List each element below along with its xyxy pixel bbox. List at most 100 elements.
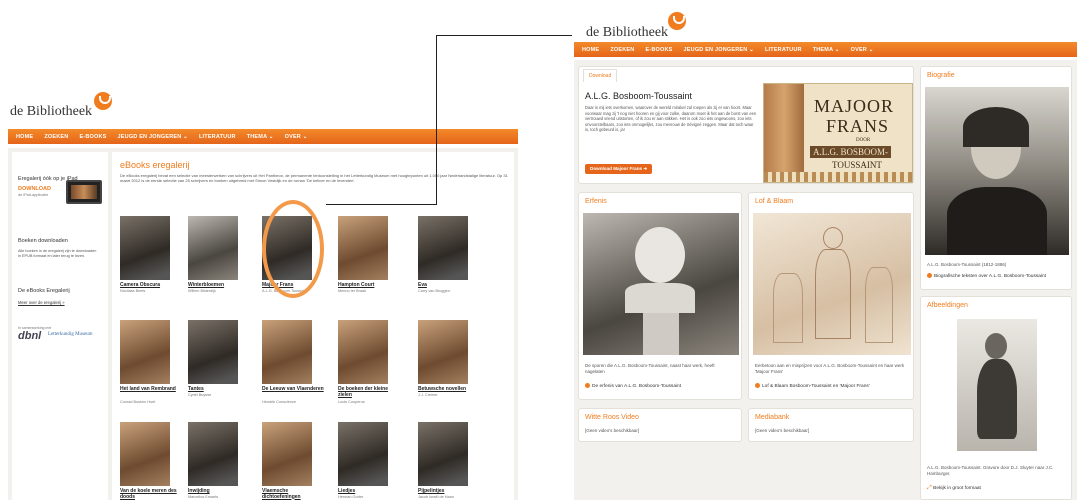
afbeeldingen-caption: A.L.G. Bosboom-Toussaint. Gravure door D… xyxy=(927,465,1054,477)
book-title[interactable]: Inwijding xyxy=(188,488,250,495)
download-cover[interactable]: MAJOOR FRANS DOOR A.L.G. BOSBOOM- TOUSSA… xyxy=(763,83,913,183)
afbeeldingen-image[interactable] xyxy=(957,319,1037,451)
lof-caption: Eerbetoon aan en misprijzen voor A.L.G. … xyxy=(755,363,905,375)
book-title[interactable]: Vlaemsche dichtoefeningen xyxy=(262,488,324,500)
connector-vertical xyxy=(436,35,437,205)
book-cover[interactable] xyxy=(418,422,468,486)
right-logo[interactable]: de Bibliotheek xyxy=(586,25,668,41)
lof-panel: Lof & Blaam Eerbetoon aan en misprijzen … xyxy=(748,192,914,400)
book-title[interactable]: Winterbloemen xyxy=(188,282,250,289)
erfenis-link[interactable]: De erfenis van A.L.G. Bosboom-Toussaint xyxy=(585,383,681,389)
cover-door: DOOR xyxy=(856,138,871,143)
biografie-panel: Biografie A.L.G. Bosboom-Toussaint (1812… xyxy=(920,66,1072,290)
book-title[interactable]: Eva xyxy=(418,282,480,289)
zoom-icon: ⤢ xyxy=(927,485,932,491)
ebooks-intro: De eBooks eregalerij bevat een selectie … xyxy=(120,173,508,184)
highlight-ellipse xyxy=(262,200,324,298)
left-logo[interactable]: de Bibliotheek xyxy=(10,104,92,120)
lof-link-text[interactable]: Lof & Blaam Bosboom-Toussaint en 'Majoor… xyxy=(762,384,870,389)
book-cover[interactable] xyxy=(120,320,170,384)
dbnl-logo[interactable]: dbnl xyxy=(18,330,41,342)
book-title[interactable]: Camera Obscura xyxy=(120,282,182,289)
book-cover[interactable] xyxy=(338,320,388,384)
book-cover[interactable] xyxy=(262,422,312,486)
biografie-link[interactable]: Biografische teksten over A.L.G. Bosboom… xyxy=(927,273,1046,279)
video-title: Witte Roos Video xyxy=(585,414,639,421)
left-main-nav: HOME ZOEKEN E-BOOKS JEUGD EN JONGEREN ⌄ … xyxy=(8,129,518,144)
book-author: Conrad Busken Huet xyxy=(120,400,156,404)
download-title: A.L.G. Bosboom-Toussaint xyxy=(585,91,693,101)
left-nav-literatuur[interactable]: LITERATUUR xyxy=(199,134,236,140)
biografie-link-text[interactable]: Biografische teksten over A.L.G. Bosboom… xyxy=(934,274,1046,279)
book-title[interactable]: Van de koele meren des doods xyxy=(120,488,182,500)
cover-title-2: FRANS xyxy=(826,116,890,136)
download-button[interactable]: Download Majoor Frans ➔ xyxy=(585,164,653,174)
right-nav-ebooks[interactable]: E-BOOKS xyxy=(645,47,672,53)
book-cover[interactable] xyxy=(120,422,170,486)
erfenis-photo[interactable] xyxy=(583,213,739,355)
cover-author-1: A.L.G. BOSBOOM- xyxy=(810,146,892,158)
book-author: Jacob Israël de Haan xyxy=(418,495,454,499)
cover-author-2: TOUSSAINT xyxy=(832,160,882,170)
more-link[interactable]: Meer over de eregalerij » xyxy=(18,300,65,305)
right-nav-thema[interactable]: THEMA ⌄ xyxy=(813,47,840,53)
lm-logo[interactable]: Letterkundig Museum xyxy=(48,332,94,337)
erfenis-link-text[interactable]: De erfenis van A.L.G. Bosboom-Toussaint xyxy=(592,384,681,389)
left-screenshot: de Bibliotheek HOME ZOEKEN E-BOOKS JEUGD… xyxy=(8,88,518,500)
book-cover[interactable] xyxy=(120,216,170,280)
book-title[interactable]: Het land van Rembrand xyxy=(120,386,182,393)
book-cover[interactable] xyxy=(262,320,312,384)
afbeeldingen-panel: Afbeeldingen A.L.G. Bosboom-Toussaint. G… xyxy=(920,296,1072,500)
mediabank-text: [Geen video's beschikbaar] xyxy=(755,428,810,433)
book-author: Cyriel Buysse xyxy=(188,393,212,397)
book-title[interactable]: Tantes xyxy=(188,386,250,393)
ipad-image[interactable] xyxy=(66,180,102,204)
book-cover[interactable] xyxy=(338,422,388,486)
right-nav-zoeken[interactable]: ZOEKEN xyxy=(610,47,634,53)
afbeeldingen-link[interactable]: ⤢ Bekijk in groot formaat xyxy=(927,485,981,492)
right-nav-home[interactable]: HOME xyxy=(582,47,599,53)
ipad-download-sub: de iPad-applicatie xyxy=(18,193,49,197)
left-nav-ebooks[interactable]: E-BOOKS xyxy=(79,134,106,140)
book-cover[interactable] xyxy=(188,320,238,384)
book-author: Louis Couperus xyxy=(338,400,365,404)
books-title: Boeken downloaden xyxy=(18,238,68,244)
video-text: [Geen video's beschikbaar] xyxy=(585,428,640,433)
lof-link[interactable]: Lof & Blaam Bosboom-Toussaint en 'Majoor… xyxy=(755,383,870,389)
ebooks-title: De eBooks Eregalerij xyxy=(18,288,70,294)
ebooks-title-main: eBooks eregalerij xyxy=(120,160,190,170)
lof-title: Lof & Blaam xyxy=(755,198,794,205)
left-nav-jeugd[interactable]: JEUGD EN JONGEREN ⌄ xyxy=(118,134,188,140)
left-nav-thema[interactable]: THEMA ⌄ xyxy=(247,134,274,140)
ipad-download-label[interactable]: DOWNLOAD xyxy=(18,186,51,192)
book-author: Willem Bilderdijk xyxy=(188,289,216,293)
left-nav-home[interactable]: HOME xyxy=(16,134,33,140)
left-nav-zoeken[interactable]: ZOEKEN xyxy=(44,134,68,140)
book-title[interactable]: Hampton Court xyxy=(338,282,400,289)
book-title[interactable]: Liedjes xyxy=(338,488,400,495)
book-cover[interactable] xyxy=(338,216,388,280)
erfenis-title: Erfenis xyxy=(585,198,607,205)
book-cover[interactable] xyxy=(418,216,468,280)
book-cover[interactable] xyxy=(188,216,238,280)
book-title[interactable]: De Leeuw van Vlaenderen xyxy=(262,386,324,393)
book-cover[interactable] xyxy=(188,422,238,486)
left-nav-over[interactable]: OVER ⌄ xyxy=(285,134,308,140)
book-title[interactable]: Betuwsche novellen xyxy=(418,386,480,393)
book-title[interactable]: De boeken der kleine zielen xyxy=(338,386,400,398)
book-author: Hendrik Conscience xyxy=(262,400,296,404)
afbeeldingen-link-text[interactable]: Bekijk in groot formaat xyxy=(933,486,981,491)
download-tab[interactable]: Download xyxy=(583,69,618,82)
erfenis-panel: Erfenis De sporen die A.L.G. Bosboom-Tou… xyxy=(578,192,742,400)
right-nav-literatuur[interactable]: LITERATUUR xyxy=(765,47,802,53)
download-text: Daar is mij iets overkomen, waarover de … xyxy=(585,105,757,133)
right-nav-jeugd[interactable]: JEUGD EN JONGEREN ⌄ xyxy=(684,47,754,53)
biografie-title: Biografie xyxy=(927,72,955,79)
lof-image[interactable] xyxy=(753,213,911,355)
cover-title-1: MAJOOR xyxy=(814,96,895,116)
biografie-portrait[interactable] xyxy=(925,87,1069,255)
book-title[interactable]: Pijpelintjes xyxy=(418,488,480,495)
book-cover[interactable] xyxy=(418,320,468,384)
biografie-caption: A.L.G. Bosboom-Toussaint (1812-1886) xyxy=(927,262,1007,267)
right-nav-over[interactable]: OVER ⌄ xyxy=(851,47,874,53)
